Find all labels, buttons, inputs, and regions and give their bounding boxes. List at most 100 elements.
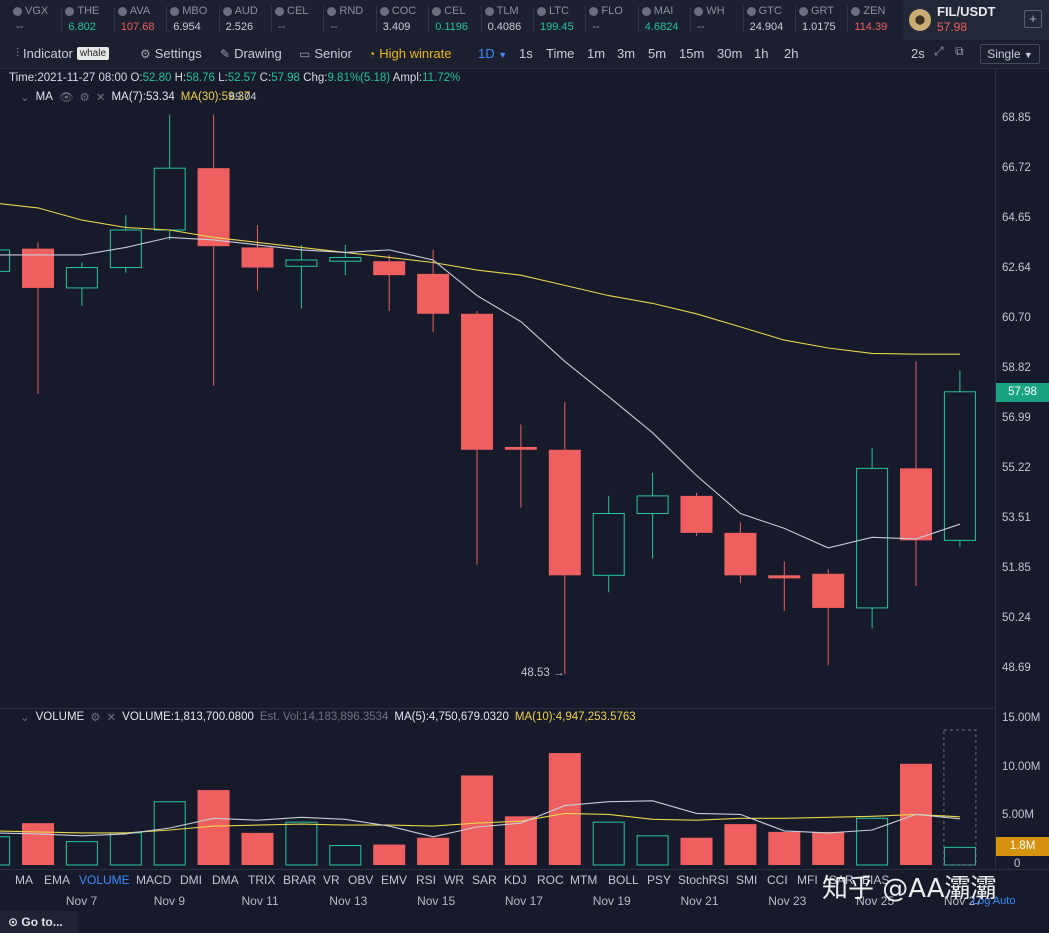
volume-bar[interactable] xyxy=(241,832,274,865)
interval-1m[interactable]: 1m xyxy=(587,46,605,61)
ticker-item[interactable]: LTC 199.45 xyxy=(537,3,589,37)
candle[interactable] xyxy=(0,242,11,275)
indicator-button[interactable]: ⫶ Indicator whale xyxy=(16,46,110,61)
interval-time[interactable]: Time xyxy=(546,46,574,61)
candle[interactable] xyxy=(285,244,318,309)
indicator-tab[interactable]: RSI xyxy=(416,873,436,887)
indicator-tab[interactable]: EMV xyxy=(381,873,407,887)
volume-bar[interactable] xyxy=(285,821,318,866)
ticker-item[interactable]: CEL 0.1196 xyxy=(432,3,484,37)
kline-chart[interactable] xyxy=(0,0,1049,933)
indicator-tab[interactable]: DMA xyxy=(212,873,239,887)
volume-bar[interactable] xyxy=(329,845,362,866)
indicator-tab[interactable]: DMI xyxy=(180,873,202,887)
candle[interactable] xyxy=(153,114,186,240)
ticker-item[interactable]: COC 3.409 xyxy=(379,3,432,37)
indicator-tab[interactable]: MA xyxy=(15,873,33,887)
volume-bar[interactable] xyxy=(109,832,142,866)
indicator-tab[interactable]: KDJ xyxy=(504,873,527,887)
candle[interactable] xyxy=(504,424,537,508)
interval-1d[interactable]: 1D ▼ xyxy=(478,46,507,61)
ticker-item[interactable]: VGX -- xyxy=(13,3,65,37)
interval-1h[interactable]: 1h xyxy=(754,46,768,61)
candle[interactable] xyxy=(65,262,98,306)
ma-legend-name[interactable]: MA xyxy=(36,91,53,103)
settings-button[interactable]: ⚙ Settings xyxy=(140,46,202,61)
volume-bar[interactable] xyxy=(0,836,11,866)
candle[interactable] xyxy=(900,361,932,587)
indicator-tab[interactable]: TRIX xyxy=(248,873,275,887)
indicator-tab[interactable]: WR xyxy=(444,873,464,887)
candle[interactable] xyxy=(943,370,976,548)
close-icon[interactable]: ✕ xyxy=(96,90,106,104)
candle[interactable] xyxy=(22,242,54,394)
indicator-tab[interactable]: SMI xyxy=(736,873,757,887)
collapse-chevron-icon[interactable]: ⌄ xyxy=(20,90,30,104)
ticker-item[interactable]: RND -- xyxy=(327,3,379,37)
interval-2h[interactable]: 2h xyxy=(784,46,798,61)
goto-button[interactable]: ⊙ Go to... xyxy=(0,911,78,933)
candle[interactable] xyxy=(373,254,406,312)
interval-5m[interactable]: 5m xyxy=(648,46,666,61)
indicator-tab[interactable]: EMA xyxy=(44,873,70,887)
candle[interactable] xyxy=(197,114,230,386)
ticker-item[interactable]: GRT 1.0175 xyxy=(799,3,851,37)
volume-bar[interactable] xyxy=(812,831,845,865)
indicator-tab[interactable]: VR xyxy=(323,873,340,887)
indicator-tab[interactable]: StochRSI xyxy=(678,873,729,887)
ticker-item[interactable]: AVA 107.68 xyxy=(117,3,170,37)
candle[interactable] xyxy=(680,492,713,536)
indicator-tab[interactable]: BRAR xyxy=(283,873,316,887)
senior-button[interactable]: ▭ Senior xyxy=(299,46,352,61)
interval-30m[interactable]: 30m xyxy=(717,46,742,61)
volume-bar[interactable] xyxy=(153,801,186,866)
indicator-tab[interactable]: MACD xyxy=(136,873,171,887)
ticker-item[interactable]: THE 6.802 xyxy=(65,3,117,37)
candle[interactable] xyxy=(241,225,274,291)
indicator-tab[interactable]: MTM xyxy=(570,873,597,887)
candle[interactable] xyxy=(548,402,581,675)
volume-bar[interactable] xyxy=(22,823,54,865)
candle[interactable] xyxy=(461,311,493,565)
candle[interactable] xyxy=(856,448,889,629)
interval-1s[interactable]: 1s xyxy=(519,46,533,61)
indicator-tab[interactable]: ROC xyxy=(537,873,564,887)
add-pair-button[interactable]: + xyxy=(1024,10,1042,28)
indicator-tab[interactable]: MFI xyxy=(797,873,818,887)
ticker-item[interactable]: CEL -- xyxy=(275,3,327,37)
indicator-tab[interactable]: PSY xyxy=(647,873,671,887)
indicator-tab[interactable]: VOLUME xyxy=(79,873,130,887)
screenshot-icon[interactable]: ⧉ xyxy=(955,44,964,59)
ticker-item[interactable]: WH -- xyxy=(694,3,746,37)
fullscreen-icon[interactable]: ⤢ xyxy=(934,44,944,59)
volume-bar[interactable] xyxy=(636,835,669,866)
eye-icon[interactable]: 👁 xyxy=(59,90,74,104)
indicator-tab[interactable]: CCI xyxy=(767,873,788,887)
gear-icon[interactable]: ⚙ xyxy=(90,710,100,724)
candle[interactable] xyxy=(768,561,801,612)
volume-bar[interactable] xyxy=(373,844,406,865)
ticker-item[interactable]: FLO -- xyxy=(589,3,641,37)
gear-icon[interactable]: ⚙ xyxy=(80,90,90,104)
ticker-item[interactable]: GTC 24.904 xyxy=(746,3,799,37)
candle[interactable] xyxy=(329,244,362,276)
candle[interactable] xyxy=(636,472,669,559)
volume-bar[interactable] xyxy=(548,753,581,865)
candle[interactable] xyxy=(724,522,757,584)
indicator-tab[interactable]: SAR xyxy=(472,873,497,887)
interval-3m[interactable]: 3m xyxy=(617,46,635,61)
candle[interactable] xyxy=(812,569,845,666)
ticker-item[interactable]: MAI 4.6824 xyxy=(641,3,694,37)
close-icon[interactable]: ✕ xyxy=(107,710,117,724)
volume-bar[interactable] xyxy=(856,817,889,866)
indicator-tab[interactable]: OBV xyxy=(348,873,373,887)
volume-bar[interactable] xyxy=(461,775,493,865)
ticker-item[interactable]: ZEN 114.39 xyxy=(851,3,903,37)
volume-bar[interactable] xyxy=(943,846,976,866)
ticker-item[interactable]: TLM 0.4086 xyxy=(484,3,537,37)
layout-mode-select[interactable]: Single ▼ xyxy=(980,44,1040,64)
drawing-button[interactable]: ✎ Drawing xyxy=(220,46,282,61)
volume-bar[interactable] xyxy=(65,841,98,866)
volume-bar[interactable] xyxy=(768,831,801,865)
refresh-rate[interactable]: 2s xyxy=(911,46,925,61)
